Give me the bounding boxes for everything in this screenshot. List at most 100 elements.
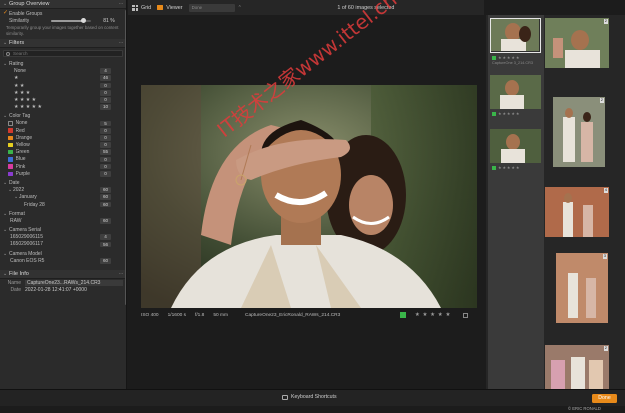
enable-groups-row[interactable]: ✓ Enable Groups [0, 10, 126, 17]
rating-filter-row[interactable]: ★ ★ ★ ★ ★ 10 [0, 104, 126, 111]
date-year-row[interactable]: ⌄ 2022 60 [0, 187, 126, 194]
date-group-header[interactable]: ⌄ Date [0, 179, 126, 186]
rating-filter-label: ★ ★ [14, 82, 25, 89]
wedding-photo-image [141, 85, 477, 308]
zoom-value: Done [191, 5, 203, 10]
camera-serial-row[interactable]: 165029006115 4 [0, 234, 126, 241]
viewer-tab[interactable]: Viewer [157, 5, 183, 11]
thumbnail[interactable]: 2 [553, 97, 605, 167]
image-info-bar: ISO 400 1/1600 s f/1.8 50 mm CaptureOne2… [141, 311, 477, 319]
color-tag-filter-count: 0 [100, 127, 111, 134]
rating-filter-label: ★ [14, 75, 19, 82]
rating-filter-row[interactable]: ★ ★ ★ ★ 0 [0, 96, 126, 103]
date-year-label: 2022 [13, 187, 25, 194]
color-tag-filter-label: Red [15, 127, 25, 134]
camera-model-row[interactable]: Canon EOS R5 60 [0, 257, 126, 264]
camera-serial-title: Camera Serial [9, 227, 41, 234]
more-icon[interactable]: ··· [119, 271, 124, 277]
color-tag-filter-count: 0 [100, 163, 111, 170]
thumbnail-image [545, 18, 609, 68]
group-count-badge: 4 [603, 187, 608, 193]
date-day-row[interactable]: Friday 28 60 [0, 201, 126, 208]
color-tag-filter-row[interactable]: Red 0 [0, 127, 126, 134]
format-title: Format [9, 210, 25, 217]
thumbnail-image [490, 75, 541, 109]
file-info-header[interactable]: ⌄ File Info ··· [0, 270, 126, 280]
search-icon [6, 51, 10, 56]
color-swatch-icon [8, 142, 13, 148]
more-icon[interactable]: ··· [119, 1, 124, 7]
rating-filter-row[interactable]: None 4 [0, 68, 126, 75]
grid-icon [132, 4, 138, 11]
camera-serial-row[interactable]: 165029006117 56 [0, 241, 126, 248]
date-month-row[interactable]: ⌄ January 60 [0, 194, 126, 201]
color-tag-filter-row[interactable]: None 5 [0, 120, 126, 127]
thumbnail-image [545, 187, 609, 237]
thumbnail[interactable] [490, 129, 541, 163]
reject-icon[interactable] [463, 312, 468, 318]
format-group-header[interactable]: ⌄ Format [0, 210, 126, 217]
color-tag-filter-row[interactable]: Green 55 [0, 149, 126, 156]
grid-tab[interactable]: Grid [132, 4, 151, 11]
thumbnail-image [491, 19, 539, 51]
file-name-value[interactable]: CaptureOne23...RAWs_214.CR3 [25, 280, 123, 287]
color-swatch-icon [8, 157, 13, 162]
color-tag-filter-label: Purple [15, 170, 30, 177]
bottom-bar: Keyboard Shortcuts Done [0, 389, 625, 406]
thumbnail[interactable] [490, 75, 541, 109]
filters-header[interactable]: ⌄ Filters ··· [0, 39, 126, 49]
rating-filter-row[interactable]: ★ 46 [0, 75, 126, 82]
color-swatch-icon [8, 135, 13, 141]
rating-filter-count: 10 [100, 104, 111, 110]
thumbnail-rating[interactable]: ★ ★ ★ ★ ★ [492, 111, 519, 116]
rating-filter-row[interactable]: ★ ★ ★ 0 [0, 89, 126, 96]
rating-filter-label: ★ ★ ★ ★ ★ [14, 104, 42, 111]
color-tag-filter-row[interactable]: Yellow 0 [0, 141, 126, 148]
rating-filter-count: 4 [100, 68, 111, 75]
color-tag-filter-row[interactable]: Blue 0 [0, 156, 126, 163]
group-overview-header[interactable]: ⌄ Group Overview ··· [0, 0, 126, 9]
thumbnail[interactable]: 4 [545, 187, 609, 237]
color-tag-filter-row[interactable]: Pink 0 [0, 163, 126, 170]
color-swatch-icon [8, 149, 13, 155]
color-swatch-icon [8, 164, 13, 169]
similarity-slider-knob[interactable] [81, 18, 87, 24]
rating-stars[interactable]: ★ ★ ★ ★ ★ [415, 312, 451, 318]
camera-serial-label: 165029006117 [10, 241, 43, 248]
color-tag-filter-count: 0 [100, 142, 111, 148]
left-panel-scrollbar[interactable] [125, 10, 126, 305]
thumbnail-rating[interactable]: ★ ★ ★ ★ ★ [492, 165, 519, 170]
file-info-title: File Info [9, 271, 29, 278]
rating-filter-row[interactable]: ★ ★ 0 [0, 82, 126, 89]
thumbnail-caption: CaptureOne 3_214.CR3 [492, 61, 533, 65]
camera-model-label: Canon EOS R5 [10, 257, 45, 264]
keyboard-shortcuts-button[interactable]: Keyboard Shortcuts [282, 394, 337, 400]
done-button[interactable]: Done [592, 394, 617, 403]
thumbnail[interactable]: 2 [545, 18, 609, 68]
camera-model-group-header[interactable]: ⌄ Camera Model [0, 250, 126, 257]
more-icon[interactable]: ··· [119, 40, 124, 46]
color-tag-filter-count: 5 [100, 120, 111, 127]
thumbnail[interactable]: 3 [556, 253, 608, 323]
zoom-select[interactable]: Done [188, 3, 235, 12]
thumbnail[interactable]: 2 [545, 345, 609, 395]
rating-filter-count: 0 [100, 97, 111, 103]
color-tag-filter-row[interactable]: Orange 0 [0, 134, 126, 141]
similarity-slider[interactable] [51, 18, 92, 24]
format-raw-row[interactable]: RAW 60 [0, 217, 126, 224]
camera-serial-group-header[interactable]: ⌄ Camera Serial [0, 227, 126, 234]
color-tag-group-header[interactable]: ⌄ Color Tag [0, 113, 126, 120]
checkmark-icon[interactable]: ✓ [3, 10, 8, 16]
chevron-up-icon[interactable]: ⌃ [238, 5, 242, 11]
color-tag-filter-row[interactable]: Purple 0 [0, 170, 126, 177]
thumbnail-rating[interactable]: ★ ★ ★ ★ ★ [492, 55, 519, 60]
filters-search-input[interactable]: Search [3, 50, 123, 58]
color-swatch-icon [8, 128, 13, 133]
filmstrip: ★ ★ ★ ★ ★ CaptureOne 3_214.CR3 ★ ★ ★ ★ ★… [486, 15, 625, 397]
thumbnail[interactable] [490, 18, 541, 53]
main-photo[interactable] [141, 85, 477, 308]
color-tag-green-icon[interactable] [399, 312, 406, 318]
group-count-badge: 2 [603, 345, 608, 351]
color-tag-filter-count: 0 [100, 170, 111, 177]
rating-group-header[interactable]: ⌄ Rating [0, 60, 126, 67]
